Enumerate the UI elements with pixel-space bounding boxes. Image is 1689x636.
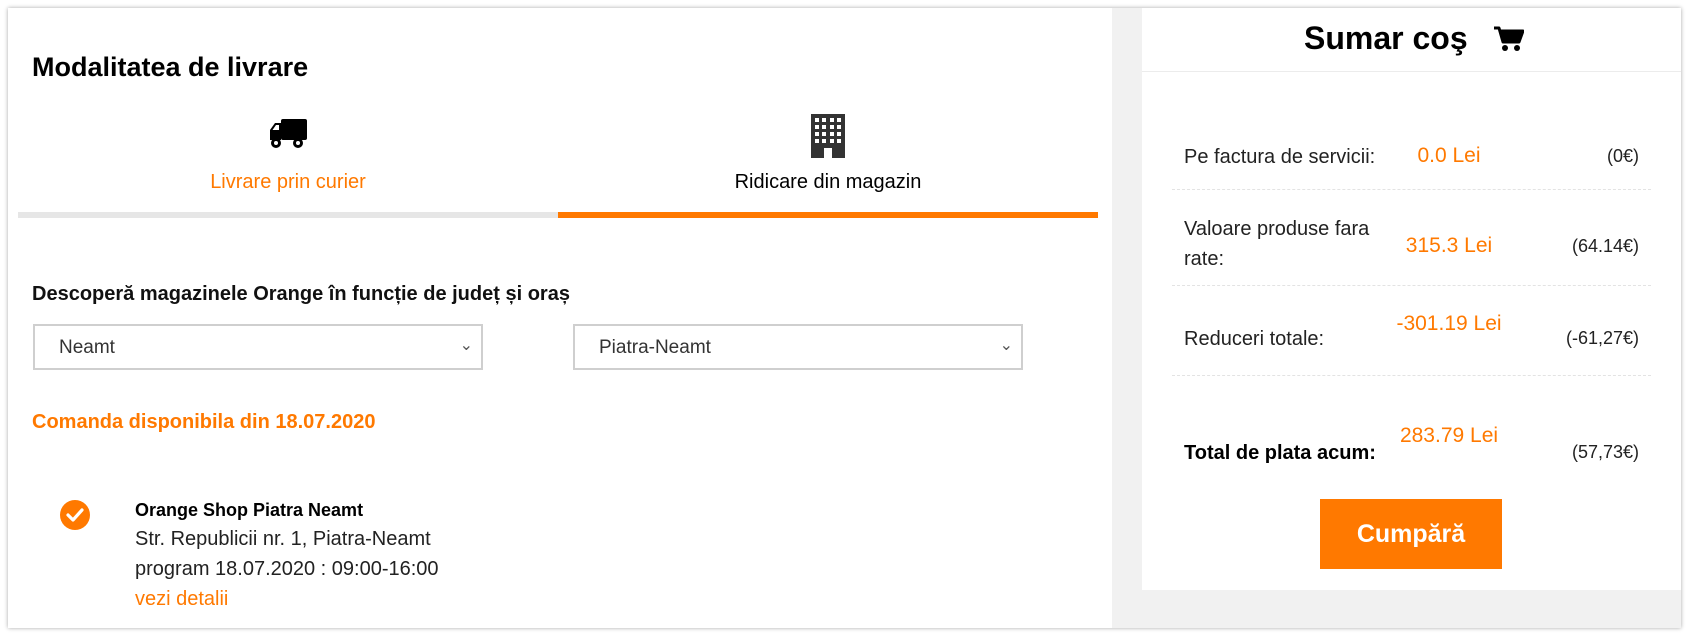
- summary-row-eur: (64.14€): [1571, 236, 1639, 256]
- summary-row-value: 315.3 Lei: [1405, 234, 1493, 257]
- building-icon: [811, 114, 845, 163]
- summary-row-eur: (0€): [1606, 146, 1639, 166]
- summary-row-value: -301.19 Lei: [1396, 312, 1502, 335]
- store-finder-label: Descoperă magazinele Orange în funcție d…: [32, 283, 570, 305]
- store-name: Orange Shop Piatra Neamt: [135, 500, 364, 520]
- cart-icon: [1494, 26, 1525, 57]
- buy-button[interactable]: Cumpără: [1320, 499, 1502, 569]
- summary-row-total: Total de plata acum: 283.79 Lei (57,73€): [1172, 376, 1651, 486]
- checkout-page: Modalitatea de livrare Livrare prin curi…: [8, 8, 1681, 628]
- store-selected-check-icon[interactable]: [60, 500, 90, 530]
- tab-courier-delivery[interactable]: Livrare prin curier: [18, 108, 558, 218]
- summary-total-eur: (57,73€): [1571, 442, 1639, 462]
- summary-panel: Sumar coş Pe factura de servicii: 0.0 Le…: [1112, 8, 1681, 628]
- summary-row-label: Valoare produse fara rate:: [1184, 218, 1370, 270]
- summary-total-label: Total de plata acum:: [1184, 442, 1376, 464]
- county-select[interactable]: Neamt ⌄: [33, 324, 483, 370]
- delivery-panel: Modalitatea de livrare Livrare prin curi…: [8, 8, 1112, 628]
- summary-row-label: Reduceri totale:: [1184, 328, 1325, 350]
- summary-row-value: 0.0 Lei: [1417, 144, 1481, 167]
- store-program: program 18.07.2020 : 09:00-16:00: [135, 558, 439, 580]
- city-select-value: Piatra-Neamt: [599, 337, 711, 358]
- city-select[interactable]: Piatra-Neamt ⌄: [573, 324, 1023, 370]
- summary-row-products-value: Valoare produse fara rate: 315.3 Lei (64…: [1172, 190, 1651, 286]
- store-details-link[interactable]: vezi detalii: [135, 588, 228, 611]
- summary-header: Sumar coş: [1142, 8, 1681, 72]
- summary-row-services-invoice: Pe factura de servicii: 0.0 Lei (0€): [1172, 104, 1651, 190]
- county-select-value: Neamt: [59, 337, 115, 358]
- tab-courier-indicator: [18, 212, 558, 218]
- truck-icon: [268, 118, 308, 155]
- summary-row-eur: (-61,27€): [1565, 328, 1639, 348]
- store-address: Str. Republicii nr. 1, Piatra-Neamt: [135, 528, 431, 550]
- tab-store-indicator: [558, 212, 1098, 218]
- summary-title: Sumar coş: [1304, 20, 1468, 56]
- tab-store-label: Ridicare din magazin: [734, 171, 922, 193]
- summary-total-value: 283.79 Lei: [1399, 424, 1499, 447]
- delivery-title: Modalitatea de livrare: [32, 52, 309, 82]
- summary-row-discounts: Reduceri totale: -301.19 Lei (-61,27€): [1172, 286, 1651, 376]
- cart-summary-card: Sumar coş Pe factura de servicii: 0.0 Le…: [1142, 8, 1681, 590]
- chevron-down-icon: ⌄: [999, 337, 1013, 354]
- tab-store-pickup[interactable]: Ridicare din magazin: [558, 108, 1098, 218]
- tab-courier-label: Livrare prin curier: [210, 171, 366, 193]
- chevron-down-icon: ⌄: [459, 337, 473, 354]
- summary-row-label: Pe factura de servicii:: [1184, 146, 1376, 168]
- availability-notice: Comanda disponibila din 18.07.2020: [32, 411, 376, 433]
